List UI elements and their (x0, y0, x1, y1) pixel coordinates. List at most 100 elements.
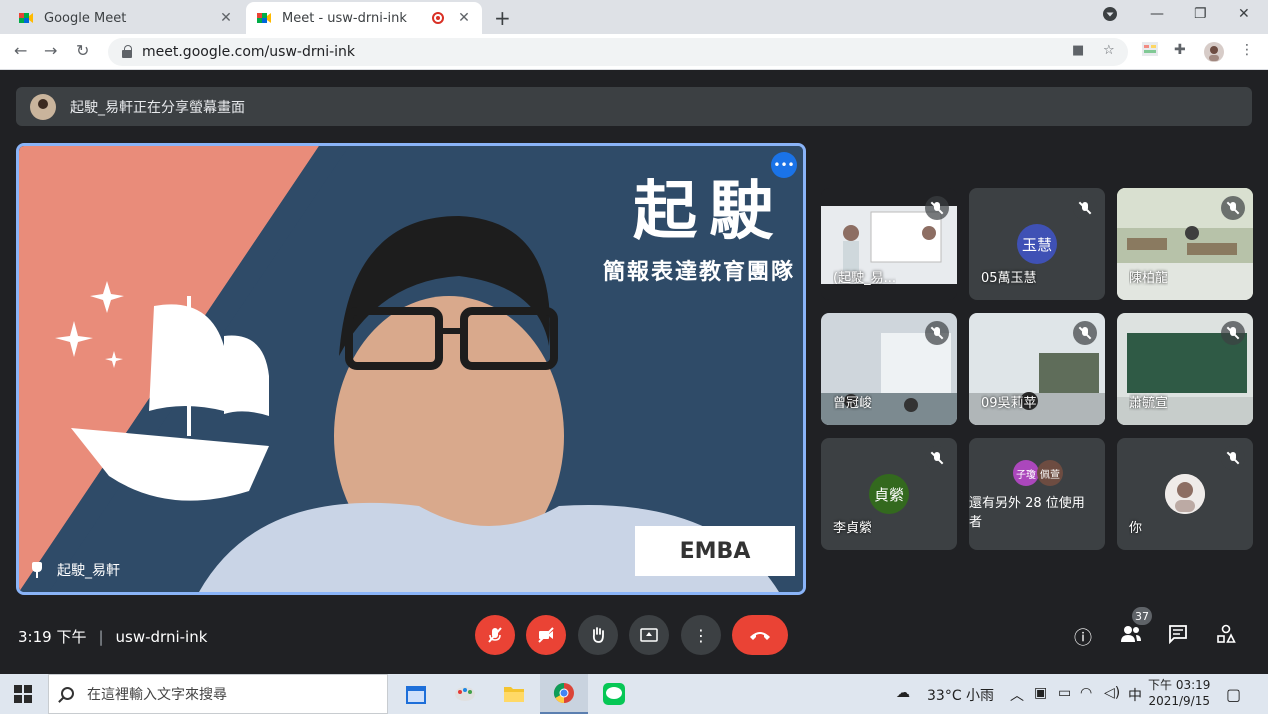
muted-icon (1073, 196, 1097, 220)
show-hidden-icons-icon[interactable]: ︿ (1010, 685, 1024, 705)
participant-tile[interactable]: 09吳莉苹 (969, 313, 1105, 425)
wifi-icon[interactable]: ◠ (1080, 685, 1092, 701)
system-clock[interactable]: 下午 03:19 2021/9/15 (1148, 677, 1210, 709)
close-window-icon[interactable]: ✕ (1238, 6, 1250, 22)
others-tile[interactable]: 子瓊 佩萱 還有另外 28 位使用者 (969, 438, 1105, 550)
new-tab-icon[interactable]: + (494, 6, 511, 30)
present-screen-button[interactable] (629, 615, 669, 655)
slide-brand-title: 起駛 (633, 174, 785, 249)
muted-icon (925, 446, 949, 470)
camera-off-button[interactable] (526, 615, 566, 655)
reload-icon[interactable]: ↻ (76, 41, 89, 60)
participant-avatar: 玉慧 (1017, 224, 1057, 264)
clock-time: 下午 03:19 (1148, 678, 1211, 692)
minimize-icon[interactable]: — (1150, 6, 1164, 22)
speaking-indicator-icon: ••• (771, 152, 797, 178)
participant-tile[interactable]: (起駛_易... (821, 188, 957, 300)
participant-name: 李貞縈 (833, 521, 873, 536)
paint-app-icon[interactable] (441, 674, 489, 714)
taskbar-search-box[interactable]: 在這裡輸入文字來搜尋 (48, 674, 388, 714)
mic-off-button[interactable] (475, 615, 515, 655)
more-options-button[interactable]: ⋮ (681, 615, 721, 655)
calendar-app-icon[interactable] (392, 674, 440, 714)
muted-icon (1221, 446, 1245, 470)
meet-favicon-icon (256, 10, 272, 26)
participant-tile[interactable]: 陳柏龍 (1117, 188, 1253, 300)
activities-icon[interactable] (1216, 624, 1236, 649)
meet-now-icon[interactable]: ▣ (1034, 685, 1047, 701)
participant-name: 05萬玉慧 (981, 271, 1037, 286)
tab-label: Google Meet (44, 10, 127, 26)
emba-logo: EMBA (635, 526, 795, 576)
tab-google-meet[interactable]: Google Meet ✕ (8, 2, 244, 34)
url-text: meet.google.com/usw-drni-ink (142, 44, 356, 60)
participant-tile[interactable]: 玉慧 05萬玉慧 (969, 188, 1105, 300)
weather-icon[interactable]: ☁ (896, 685, 910, 701)
presenting-text: 起駛_易軒正在分享螢幕畫面 (70, 99, 245, 116)
puzzle-extensions-icon[interactable]: ✚ (1174, 42, 1186, 58)
search-placeholder: 在這裡輸入文字來搜尋 (87, 687, 227, 703)
clock-date: 2021/9/15 (1148, 694, 1210, 708)
meeting-details-icon[interactable]: ⓘ (1074, 624, 1092, 650)
presenting-banner: 起駛_易軒正在分享螢幕畫面 (16, 87, 1252, 126)
meet-stage: 起駛_易軒正在分享螢幕畫面 起駛 簡報表達教育團隊 EMBA ••• 起駛_易軒… (0, 71, 1268, 674)
others-count-label: 還有另外 28 位使用者 (969, 496, 1085, 530)
participant-avatar: 子瓊 (1013, 460, 1039, 486)
divider: | (98, 627, 104, 646)
line-app-icon[interactable] (590, 674, 638, 714)
pin-icon[interactable] (31, 562, 43, 578)
windows-start-icon[interactable] (14, 685, 32, 703)
slide-brand-subtitle: 簡報表達教育團隊 (602, 259, 795, 285)
muted-icon (1221, 321, 1245, 345)
volume-icon[interactable]: ◁) (1104, 685, 1120, 701)
chrome-app-icon[interactable] (540, 674, 588, 714)
participant-count-badge: 37 (1132, 607, 1152, 625)
muted-icon (925, 196, 949, 220)
leave-call-button[interactable] (732, 615, 788, 655)
meeting-info: 3:19 下午 | usw-drni-ink (18, 626, 207, 647)
participant-name: (起駛_易... (833, 271, 896, 286)
notification-center-icon[interactable]: ▢ (1226, 685, 1241, 704)
profile-avatar-icon[interactable] (1204, 42, 1224, 66)
camera-permission-icon[interactable]: ■ (1072, 43, 1084, 58)
extension-icon[interactable] (1142, 42, 1158, 60)
tab-label: Meet - usw-drni-ink (282, 10, 407, 26)
self-avatar (1165, 474, 1205, 514)
close-tab-icon[interactable]: ✕ (456, 10, 472, 26)
battery-icon[interactable]: ▭ (1058, 685, 1071, 701)
muted-icon (1073, 321, 1097, 345)
muted-icon (1221, 196, 1245, 220)
close-tab-icon[interactable]: ✕ (218, 10, 234, 26)
windows-taskbar: 在這裡輸入文字來搜尋 ☁ 33°C 小雨 ︿ ▣ ▭ ◠ ◁) 中 下午 03:… (0, 674, 1268, 714)
chat-icon[interactable] (1168, 624, 1188, 649)
browser-toolbar: ← → ↻ meet.google.com/usw-drni-ink ■ ☆ ✚… (0, 34, 1268, 70)
participant-avatar: 佩萱 (1037, 460, 1063, 486)
participant-name: 陳柏龍 (1129, 271, 1169, 286)
participant-tile[interactable]: 曾冠峻 (821, 313, 957, 425)
address-bar[interactable]: meet.google.com/usw-drni-ink (108, 38, 1128, 66)
main-speaker-tile[interactable]: 起駛 簡報表達教育團隊 EMBA ••• 起駛_易軒 (16, 143, 806, 595)
file-explorer-icon[interactable] (490, 674, 538, 714)
forward-icon[interactable]: → (44, 41, 57, 60)
muted-icon (925, 321, 949, 345)
chrome-menu-icon[interactable]: ⋮ (1240, 42, 1254, 58)
participant-name: 09吳莉苹 (981, 396, 1037, 411)
ime-indicator[interactable]: 中 (1128, 685, 1142, 705)
bookmark-star-icon[interactable]: ☆ (1103, 43, 1115, 58)
meeting-time: 3:19 下午 (18, 628, 87, 646)
restore-icon[interactable]: ❐ (1194, 6, 1207, 22)
participant-tile[interactable]: 蕭毓宣 (1117, 313, 1253, 425)
profile-menu-icon[interactable] (1102, 6, 1118, 26)
self-tile[interactable]: 你 (1117, 438, 1253, 550)
recording-icon (432, 12, 444, 24)
participants-icon[interactable] (1120, 624, 1142, 649)
weather-text[interactable]: 33°C 小雨 (927, 685, 994, 705)
meeting-code: usw-drni-ink (115, 627, 208, 646)
participant-name: 你 (1129, 521, 1143, 536)
raise-hand-button[interactable] (578, 615, 618, 655)
tab-meet-active[interactable]: Meet - usw-drni-ink ✕ (246, 2, 482, 34)
participant-tile[interactable]: 貞縈 李貞縈 (821, 438, 957, 550)
participant-name: 曾冠峻 (833, 396, 873, 411)
back-icon[interactable]: ← (14, 41, 27, 60)
meet-favicon-icon (18, 10, 34, 26)
